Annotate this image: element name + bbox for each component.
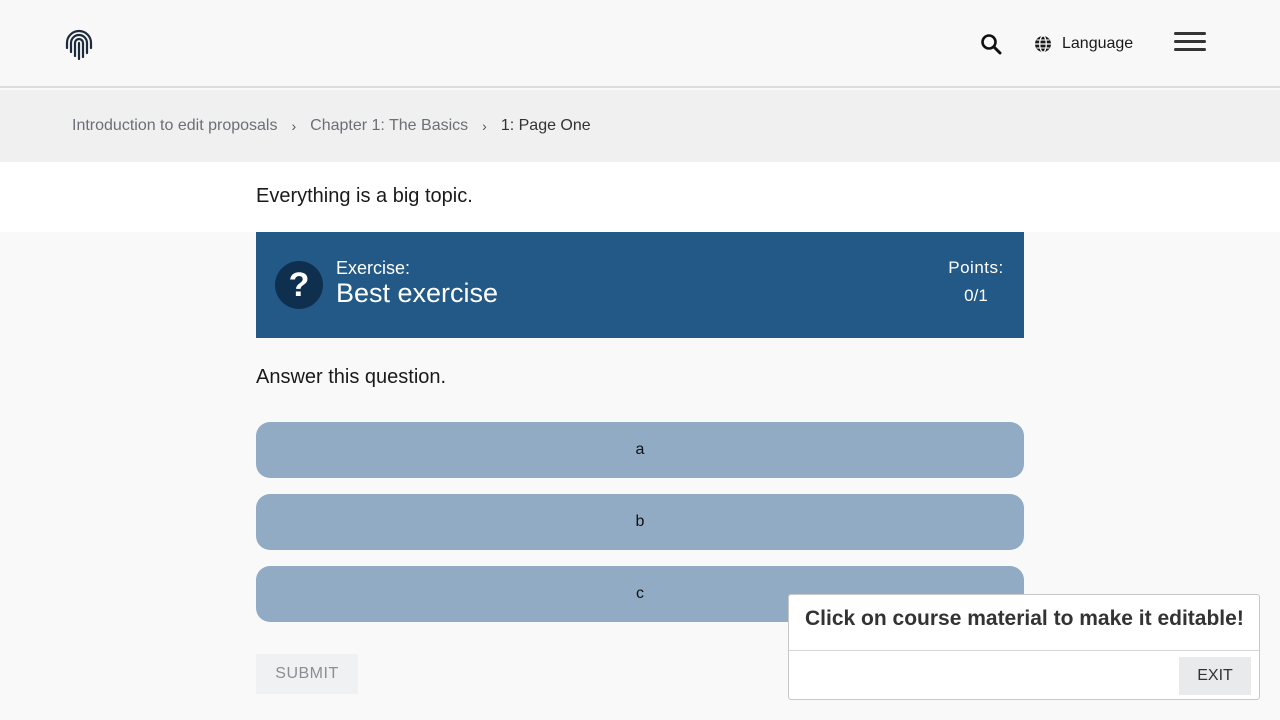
top-navigation-bar: Language — [0, 0, 1280, 88]
breadcrumb-chapter[interactable]: Chapter 1: The Basics — [310, 117, 468, 135]
breadcrumb-separator: › — [291, 118, 297, 134]
popup-divider — [789, 650, 1259, 651]
breadcrumb-separator: › — [482, 118, 487, 134]
points-label: Points: — [948, 258, 1004, 277]
submit-button[interactable]: SUBMIT — [256, 654, 358, 694]
language-label: Language — [1062, 35, 1134, 52]
points-value: 0/1 — [964, 286, 988, 305]
question-mark-icon: ? — [275, 261, 323, 309]
exit-button[interactable]: EXIT — [1179, 657, 1251, 695]
intro-section — [0, 162, 1280, 232]
exercise-header[interactable]: ? Exercise: Best exercise Points: 0/1 — [256, 232, 1024, 338]
answer-option-a[interactable]: a — [256, 422, 1024, 478]
edit-mode-popup: Click on course material to make it edit… — [788, 594, 1260, 700]
question-text[interactable]: Answer this question. — [256, 366, 446, 389]
exercise-label: Exercise: — [336, 258, 411, 278]
answer-option-b[interactable]: b — [256, 494, 1024, 550]
language-selector[interactable]: Language — [1034, 32, 1133, 56]
hamburger-menu-icon[interactable] — [1174, 32, 1206, 54]
popup-title: Click on course material to make it edit… — [805, 607, 1244, 630]
breadcrumb-course[interactable]: Introduction to edit proposals — [72, 117, 277, 135]
intro-paragraph[interactable]: Everything is a big topic. — [256, 185, 473, 208]
breadcrumb-current-page: 1: Page One — [500, 117, 591, 134]
breadcrumb: Introduction to edit proposals › Chapter… — [0, 90, 1280, 162]
globe-icon — [1035, 35, 1051, 53]
search-icon[interactable] — [980, 33, 1002, 55]
fingerprint-icon[interactable] — [62, 26, 96, 60]
exercise-title: Best exercise — [336, 278, 499, 308]
